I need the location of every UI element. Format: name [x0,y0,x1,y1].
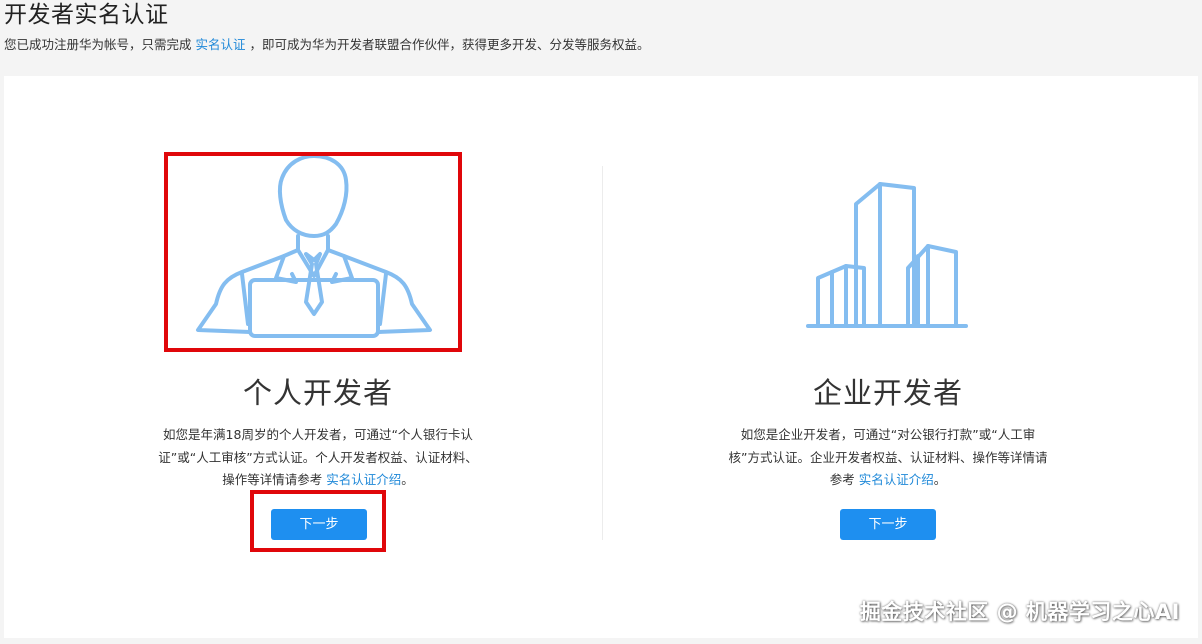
enterprise-building-icon [806,182,968,328]
page-title: 开发者实名认证 [4,2,169,28]
page-subtitle: 您已成功注册华为帐号，只需完成 实名认证 ，即可成为华为开发者联盟合作伙伴，获得更多… [4,37,650,53]
verification-link[interactable]: 实名认证 [196,37,246,52]
personal-desc-text: 如您是年满18周岁的个人开发者，可通过“个人银行卡认证”或“人工审核”方式认证。… [158,427,478,487]
enterprise-developer-description: 如您是企业开发者，可通过“对公银行打款”或“人工审核”方式认证。企业开发者权益、… [726,424,1050,492]
watermark-text: 掘金技术社区 @ 机器学习之心AI [859,600,1180,624]
enterprise-next-button[interactable]: 下一步 [840,509,936,540]
subtitle-text-end: ，即可成为华为开发者联盟合作伙伴，获得更多开发、分发等服务权益。 [249,37,650,52]
verification-card: 个人开发者 如您是年满18周岁的个人开发者，可通过“个人银行卡认证”或“人工审核… [4,76,1198,638]
enterprise-developer-title: 企业开发者 [812,376,963,410]
panel-divider [602,166,603,540]
enterprise-intro-link[interactable]: 实名认证介绍 [859,472,934,487]
personal-intro-link[interactable]: 实名认证介绍 [326,472,401,487]
personal-developer-title: 个人开发者 [242,376,393,410]
highlight-frame-button [250,490,386,552]
personal-developer-panel: 个人开发者 如您是年满18周岁的个人开发者，可通过“个人银行卡认证”或“人工审核… [118,76,518,638]
highlight-frame-illustration [164,152,462,352]
enterprise-developer-panel: 企业开发者 如您是企业开发者，可通过“对公银行打款”或“人工审核”方式认证。企业… [688,76,1088,638]
enterprise-desc-end: 。 [933,472,947,487]
subtitle-text: 您已成功注册华为帐号，只需完成 [4,37,192,52]
personal-desc-end: 。 [401,472,414,487]
personal-developer-description: 如您是年满18周岁的个人开发者，可通过“个人银行卡认证”或“人工审核”方式认证。… [156,424,480,492]
page-header: 开发者实名认证 您已成功注册华为帐号，只需完成 实名认证 ，即可成为华为开发者联盟合… [0,0,1202,76]
